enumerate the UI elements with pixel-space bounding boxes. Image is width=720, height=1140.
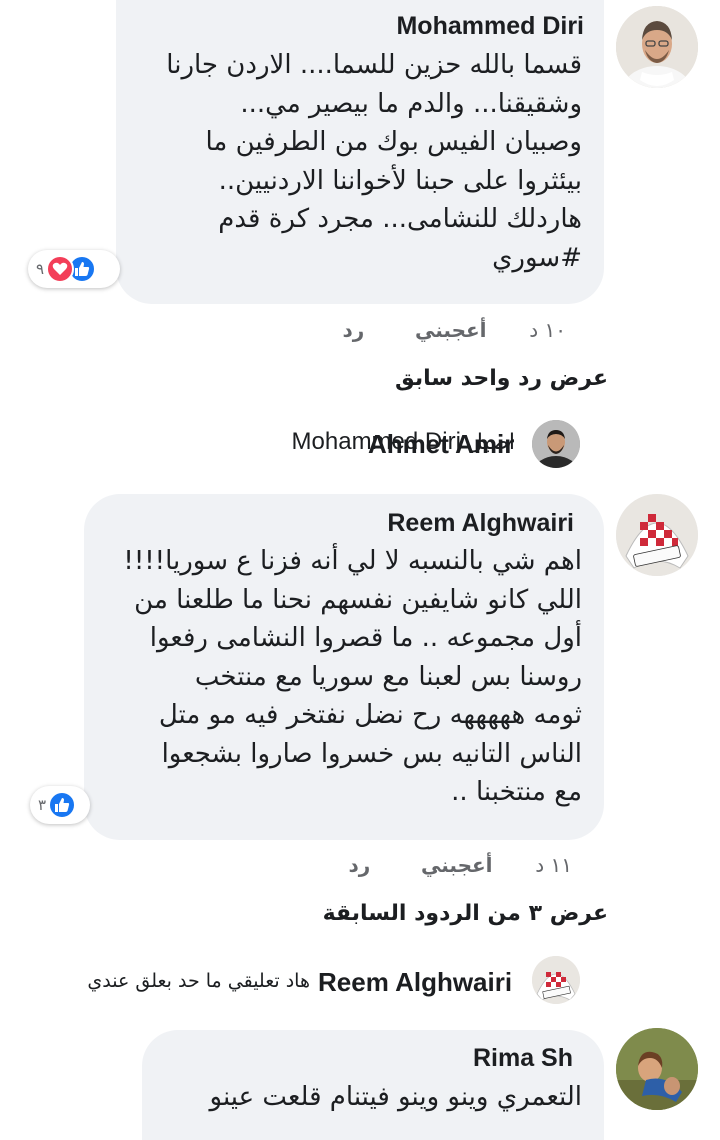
avatar-mohammed-diri[interactable] (616, 6, 698, 88)
reply-text: هاد تعليقي ما حد بعلق عندي (87, 970, 310, 992)
comment-actions: ١١ د أعجبني رد (349, 853, 572, 877)
avatar-image (616, 1028, 698, 1110)
comment-time[interactable]: ١١ د (535, 853, 572, 877)
comment-text: قسما بالله حزين للسما.... الاردن جارنا و… (166, 50, 582, 273)
reply-author-name[interactable]: Reem Alghwairi (318, 967, 512, 998)
love-icon (46, 255, 75, 283)
view-previous-replies-link[interactable]: عرض ٣ من الردود السابقة (323, 901, 608, 926)
avatar-image (616, 494, 698, 576)
like-button[interactable]: أعجبني (421, 853, 493, 877)
comment-actions: ١٠ د أعجبني رد (343, 318, 566, 342)
reply-author-name-visible[interactable]: Ahmet Amir (368, 429, 514, 460)
avatar-ahmet-amir[interactable] (532, 420, 580, 468)
comment-text: اهم شي بالنسبه لا لي أنه فزنا ع سوريا!!!… (123, 546, 582, 807)
avatar-reem-alghwairi-small[interactable] (532, 956, 580, 1004)
like-icon (48, 791, 77, 819)
comment-text: التعمري وينو وينو فيتنام قلعت عينو (209, 1082, 582, 1112)
comment-author-name[interactable]: Reem Alghwairi (387, 509, 574, 538)
reply-button[interactable]: رد (349, 853, 371, 877)
avatar-rima-sh[interactable] (616, 1028, 698, 1110)
reaction-summary[interactable]: ٩ (28, 250, 120, 288)
comment-author-name[interactable]: Rima Sh (473, 1044, 573, 1073)
reaction-count: ٩ (36, 260, 45, 278)
reaction-summary[interactable]: ٣ (30, 786, 90, 824)
reaction-count: ٣ (38, 796, 47, 814)
avatar-image (616, 6, 698, 88)
comment-time[interactable]: ١٠ د (529, 318, 566, 342)
avatar-image (532, 956, 580, 1004)
like-button[interactable]: أعجبني (415, 318, 487, 342)
avatar-reem-alghwairi[interactable] (616, 494, 698, 576)
comment-author-name[interactable]: Mohammed Diri (396, 12, 584, 41)
reply-button[interactable]: رد (343, 318, 365, 342)
view-previous-replies-link[interactable]: عرض رد واحد سابق (395, 366, 608, 391)
avatar-image (532, 420, 580, 468)
